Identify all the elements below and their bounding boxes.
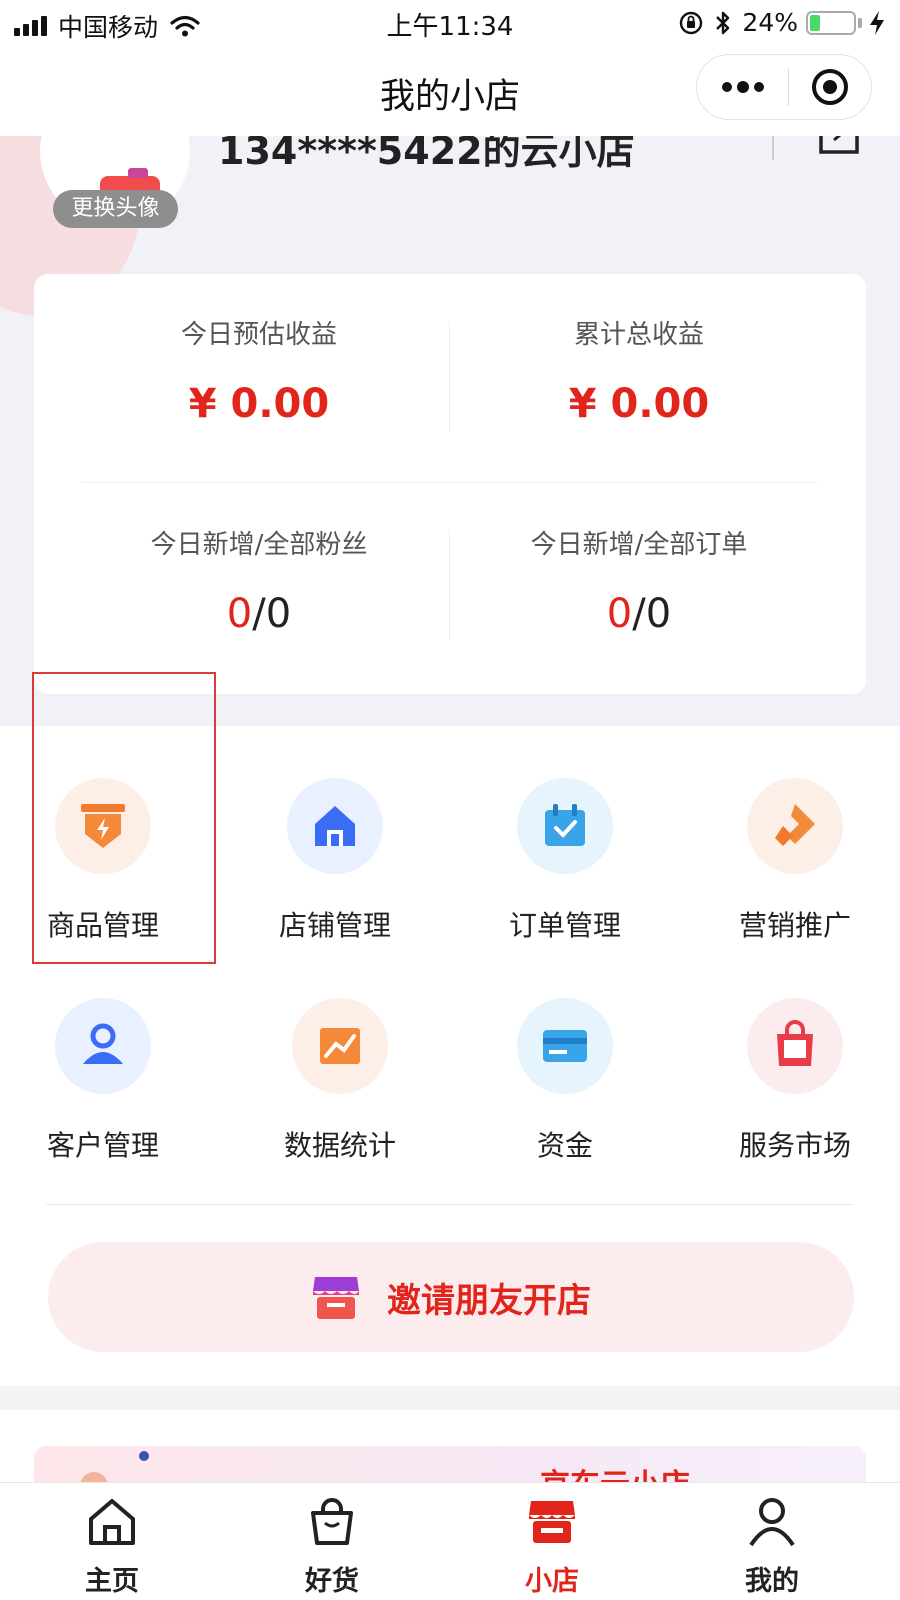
tab-home[interactable]: 主页	[52, 1495, 172, 1598]
market-icon	[777, 1020, 813, 1066]
orientation-lock-icon	[680, 11, 703, 34]
invite-label: 邀请朋友开店	[387, 1280, 591, 1321]
tab-mine[interactable]: 我的	[712, 1495, 832, 1598]
tab-goods[interactable]: 好货	[272, 1495, 392, 1598]
nav-bar: 我的小店	[0, 44, 900, 136]
menu-item-marketing[interactable]: 营销推广	[720, 778, 870, 944]
more-dots-icon	[721, 81, 764, 93]
status-bar: 中国移动 上午11:34 24%	[0, 0, 900, 44]
order-icon	[545, 804, 585, 846]
today-income-stat[interactable]: 今日预估收益 ¥ 0.00	[74, 314, 444, 427]
tab-label: 好货	[305, 1566, 359, 1597]
menu-item-label: 订单管理	[508, 909, 621, 942]
more-button[interactable]	[697, 55, 788, 119]
menu-item-data[interactable]: 数据统计	[265, 998, 415, 1164]
fans-stat[interactable]: 今日新增/全部粉丝 0/0	[74, 524, 444, 637]
mini-program-capsule	[696, 54, 872, 120]
highlight-box	[32, 672, 216, 964]
menu-item-store[interactable]: 店铺管理	[260, 778, 410, 944]
store-icon	[315, 806, 355, 846]
shop-awning-icon	[313, 1277, 359, 1319]
section-divider	[46, 1204, 854, 1205]
section-gap	[0, 1386, 900, 1410]
menu-item-customers[interactable]: 客户管理	[28, 998, 178, 1164]
stat-label: 今日新增/全部订单	[530, 530, 748, 560]
battery-percent: 24%	[742, 8, 798, 37]
tab-label: 我的	[745, 1566, 799, 1597]
menu-item-label: 店铺管理	[278, 909, 391, 942]
bag-icon	[311, 1498, 353, 1545]
shop-icon	[529, 1501, 575, 1543]
marketing-icon	[775, 804, 815, 846]
fans-total-count: /0	[252, 591, 292, 637]
stat-value: ¥ 0.00	[188, 381, 330, 427]
tab-label: 小店	[525, 1566, 579, 1597]
data-icon	[320, 1028, 360, 1064]
target-icon	[812, 69, 849, 105]
menu-item-label: 服务市场	[738, 1129, 851, 1162]
shop-name: 134****5422的云小店	[218, 136, 635, 173]
customer-icon	[83, 1023, 123, 1064]
home-icon	[89, 1499, 135, 1545]
menu-item-market[interactable]: 服务市场	[720, 998, 870, 1164]
menu-item-label: 客户管理	[46, 1129, 159, 1162]
orders-new-count: 0	[606, 591, 633, 637]
orders-total-count: /0	[632, 591, 672, 637]
tab-label: 主页	[85, 1566, 139, 1597]
orders-stat[interactable]: 今日新增/全部订单 0/0	[454, 524, 824, 637]
stat-label: 今日新增/全部粉丝	[150, 530, 368, 560]
charging-icon	[870, 10, 884, 35]
stat-label: 累计总收益	[573, 320, 704, 350]
tab-bar: 主页 好货 小店 我的	[0, 1482, 900, 1600]
tab-shop[interactable]: 小店	[492, 1495, 612, 1598]
fans-new-count: 0	[226, 591, 253, 637]
battery-icon	[806, 10, 856, 35]
total-income-stat[interactable]: 累计总收益 ¥ 0.00	[454, 314, 824, 427]
stat-label: 今日预估收益	[180, 320, 337, 350]
menu-item-funds[interactable]: 资金	[490, 998, 640, 1164]
stat-value: ¥ 0.00	[568, 381, 710, 427]
invite-friends-button[interactable]: 邀请朋友开店	[48, 1242, 854, 1352]
menu-item-label: 数据统计	[283, 1129, 396, 1162]
stats-card: 今日预估收益 ¥ 0.00 累计总收益 ¥ 0.00 今日新增/全部粉丝 0/0…	[34, 274, 866, 694]
menu-item-orders[interactable]: 订单管理	[490, 778, 640, 944]
bluetooth-icon	[716, 11, 730, 34]
edit-icon[interactable]	[818, 136, 860, 156]
person-icon	[749, 1498, 795, 1547]
funds-icon	[543, 1030, 587, 1062]
menu-item-label: 营销推广	[738, 909, 851, 942]
close-mini-program-button[interactable]	[789, 55, 871, 119]
change-avatar-button[interactable]: 更换头像	[53, 190, 178, 228]
menu-item-label: 资金	[536, 1129, 593, 1162]
